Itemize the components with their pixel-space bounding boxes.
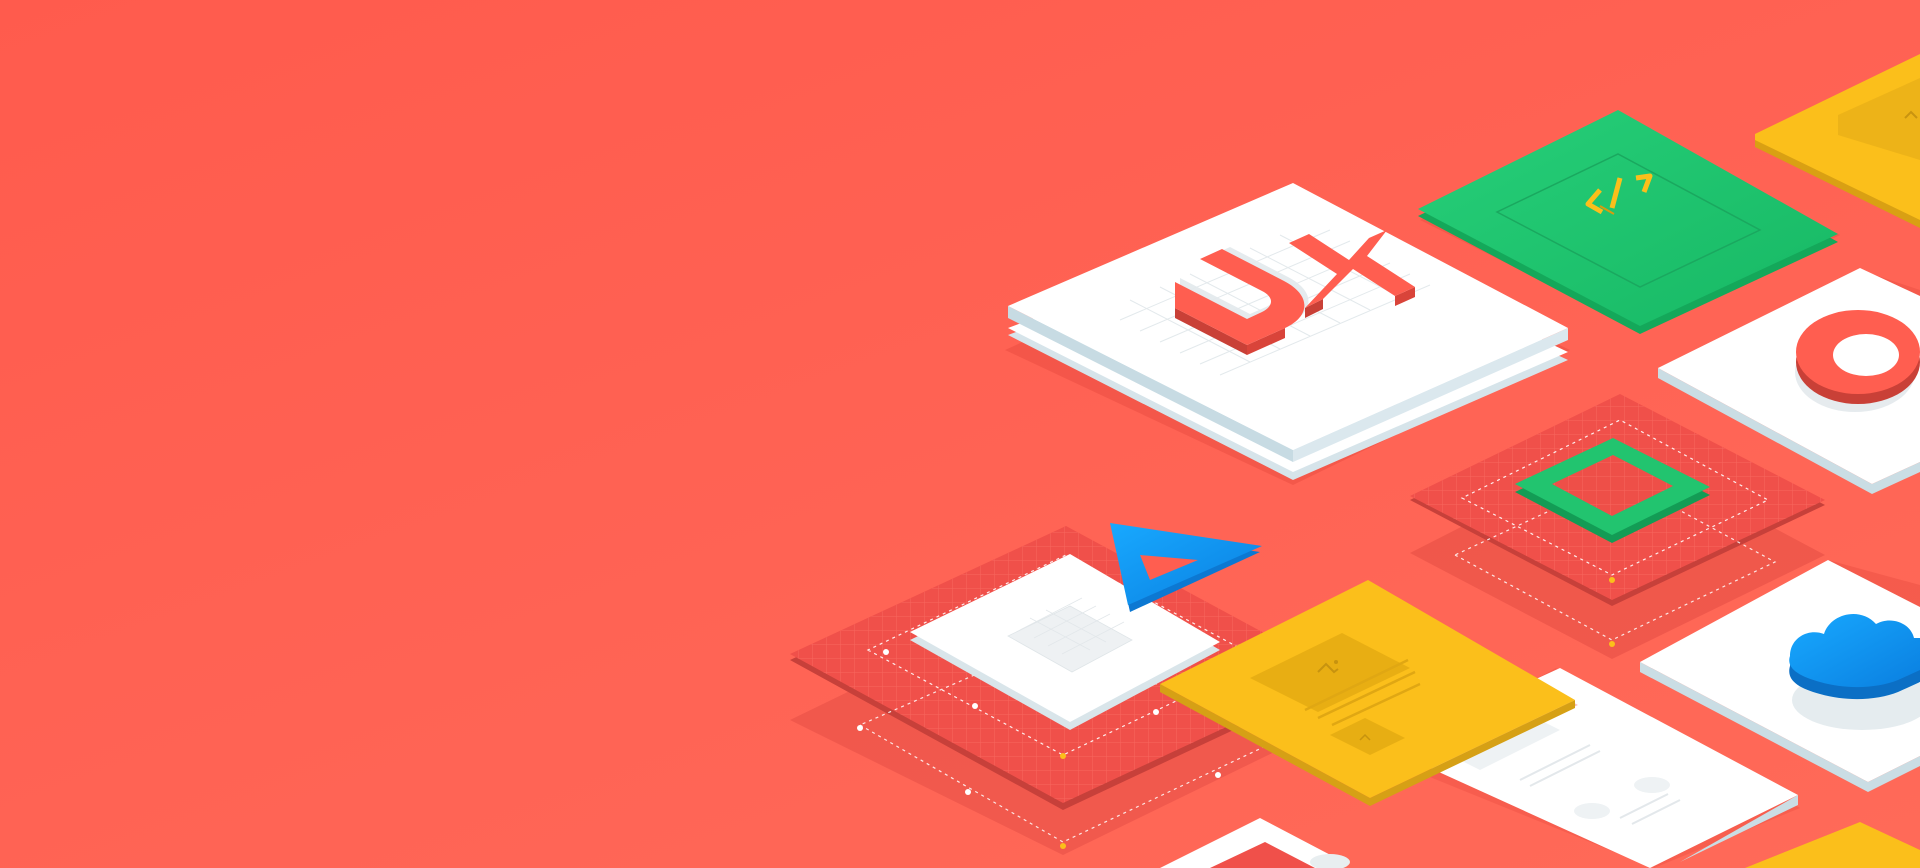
hero-banner [0,0,1920,868]
isometric-illustration [790,54,1920,868]
ring-icon [1795,310,1920,412]
bottom-tiles [1160,818,1920,868]
